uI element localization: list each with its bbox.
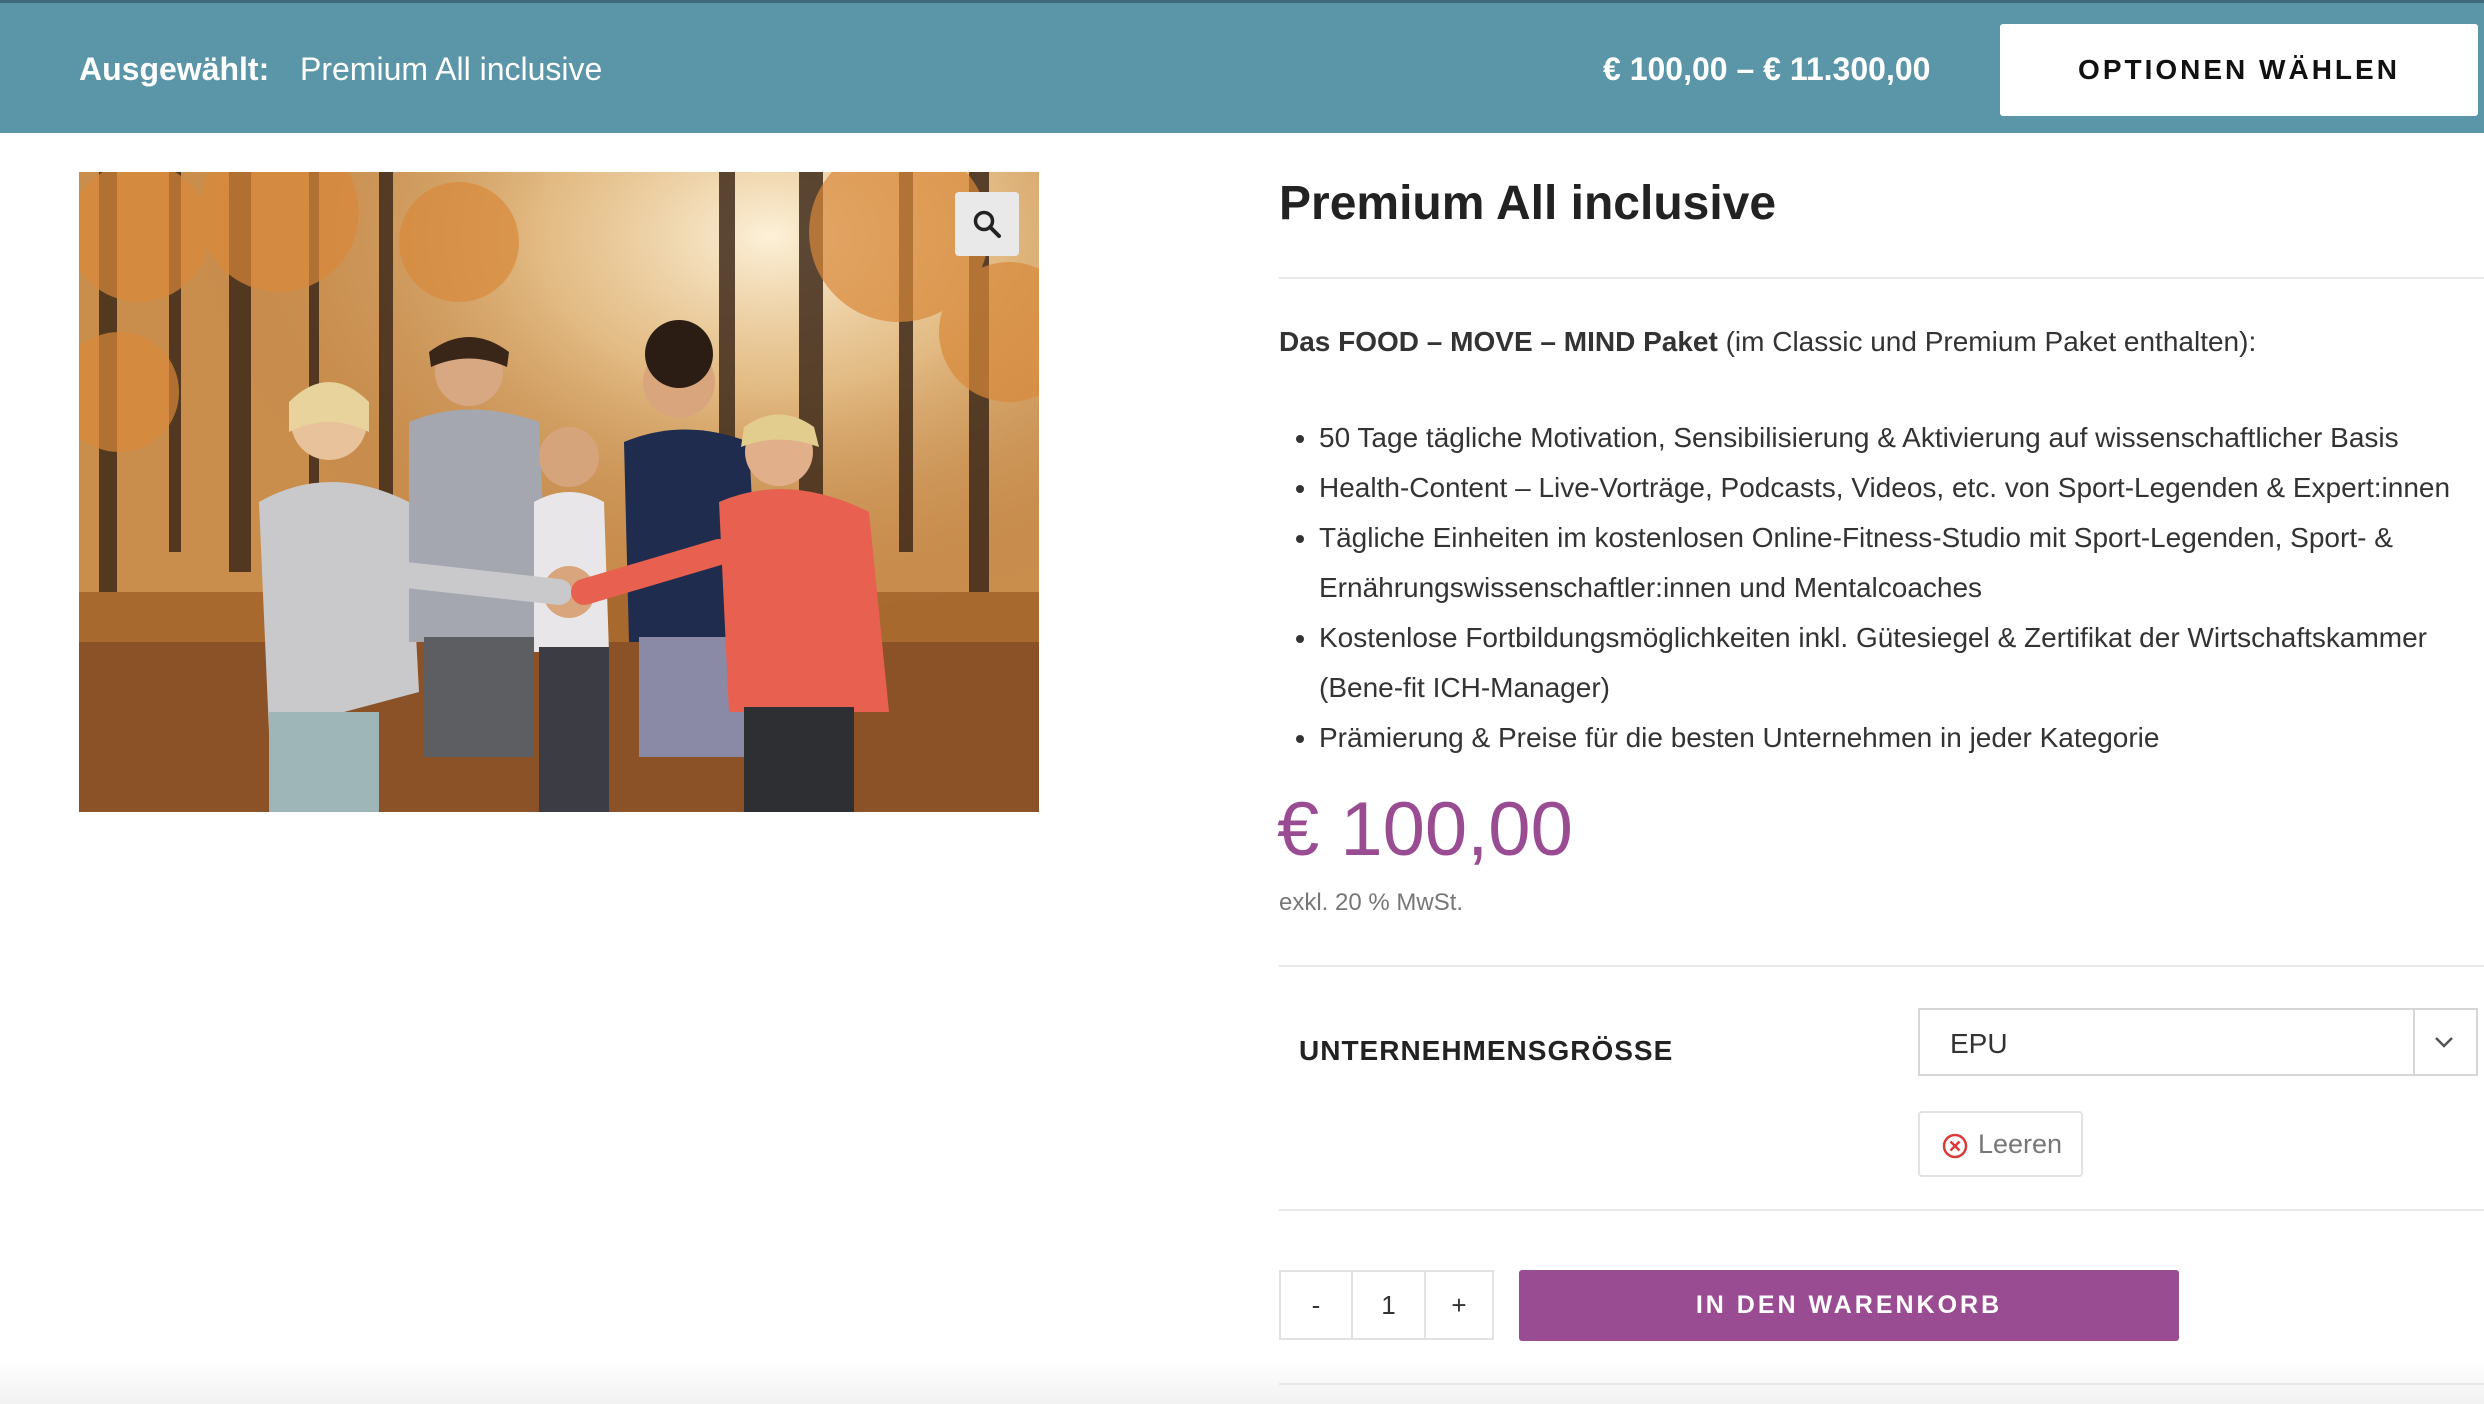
product-price: € 100,00 [1277,787,1573,872]
close-circle-icon [1942,1133,1968,1159]
selected-label: Ausgewählt: [79,51,270,87]
vat-note: exkl. 20 % MwSt. [1279,889,1464,916]
list-item: Kostenlose Fortbildungsmöglichkeiten ink… [1319,613,2484,713]
quantity-minus-button[interactable]: - [1281,1272,1351,1338]
price-range: € 100,00 – € 11.300,00 [1603,51,1931,87]
company-size-label: UNTERNEHMENSGRÖSSE [1299,1035,1674,1066]
divider [1279,1209,2484,1211]
clear-selection-button[interactable]: Leeren [1918,1111,2083,1177]
divider [1279,277,2484,279]
photo-image-icon [79,172,1039,812]
feature-list: 50 Tage tägliche Motivation, Sensibilisi… [1279,413,2484,763]
zoom-button[interactable] [955,192,1019,256]
company-size-select[interactable]: EPU [1918,1008,2478,1076]
quantity-plus-button[interactable]: + [1424,1272,1494,1338]
chevron-down-icon [2435,1037,2453,1048]
product-image[interactable] [79,172,1039,812]
list-item: 50 Tage tägliche Motivation, Sensibilisi… [1319,413,2484,463]
clear-label: Leeren [1978,1129,2063,1159]
list-item: Tägliche Einheiten im kostenlosen Online… [1319,513,2484,613]
quantity-stepper: - + [1279,1270,1494,1340]
selected-product-name: Premium All inclusive [300,51,603,87]
list-item: Prämierung & Preise für die besten Unter… [1319,713,2484,763]
sticky-product-bar: Ausgewählt: Premium All inclusive € 100,… [0,0,2484,133]
bottom-fade [0,1360,2484,1404]
quantity-input[interactable] [1351,1272,1426,1338]
intro-text: (im Classic und Premium Paket enthalten)… [1717,326,2257,357]
product-title: Premium All inclusive [1279,177,1777,230]
add-to-cart-button[interactable]: IN DEN WARENKORB [1519,1270,2179,1341]
choose-options-button[interactable]: OPTIONEN WÄHLEN [2000,24,2478,116]
divider [1279,965,2484,967]
intro-bold: Das FOOD – MOVE – MIND Paket [1279,326,1718,357]
select-divider [2413,1010,2415,1074]
select-value: EPU [1950,1028,2008,1059]
search-icon [973,210,1001,238]
product-intro: Das FOOD – MOVE – MIND Paket (im Classic… [1279,326,2256,358]
list-item: Health-Content – Live-Vorträge, Podcasts… [1319,463,2484,513]
